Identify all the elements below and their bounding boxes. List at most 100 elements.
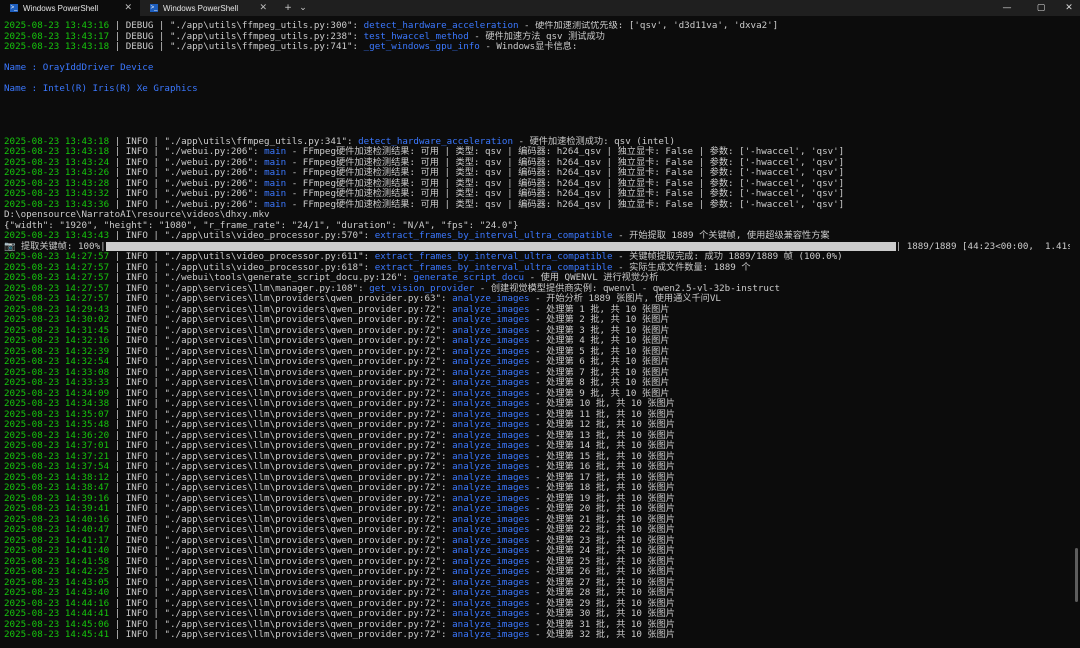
log-message: - 处理第 18 批, 共 10 张图片 xyxy=(529,482,675,493)
tab-powershell-2[interactable]: >_ Windows PowerShell ✕ xyxy=(140,0,275,16)
log-timestamp: 2025-08-23 14:27:57 xyxy=(4,282,110,294)
log-level: INFO xyxy=(125,524,148,535)
tab-powershell-1[interactable]: >_ Windows PowerShell ✕ xyxy=(0,0,140,16)
gpu-name-line: Name : Intel(R) Iris(R) Xe Graphics xyxy=(4,83,1070,95)
new-tab-button[interactable]: + xyxy=(281,0,295,16)
log-location: "./app\services\llm\providers\qwen_provi… xyxy=(164,387,447,399)
log-message: - FFmpeg硬件加速检测结果: 可用 | 类型: qsv | 编码器: h2… xyxy=(286,156,845,168)
log-function: analyze_images xyxy=(452,303,530,315)
log-function: analyze_images xyxy=(452,608,530,619)
log-function: analyze_images xyxy=(452,335,530,346)
log-message: - 处理第 30 批, 共 10 张图片 xyxy=(529,608,675,619)
log-timestamp: 2025-08-23 14:35:07 xyxy=(4,408,110,420)
log-timestamp: 2025-08-23 14:31:45 xyxy=(4,324,110,336)
log-function: analyze_images xyxy=(452,293,530,304)
log-level: INFO xyxy=(125,156,148,168)
log-location: "./app\services\llm\providers\qwen_provi… xyxy=(164,440,447,451)
log-timestamp: 2025-08-23 14:43:40 xyxy=(4,587,110,598)
log-level: INFO xyxy=(125,314,148,325)
log-level: INFO xyxy=(125,230,148,241)
powershell-icon: >_ xyxy=(150,4,158,12)
log-message: - 硬件加速测试优先级: ['qsv', 'd3d11va', 'dxva2'] xyxy=(518,21,779,31)
log-function: analyze_images xyxy=(452,419,530,430)
log-timestamp: 2025-08-23 14:30:02 xyxy=(4,314,110,325)
log-function: analyze_images xyxy=(452,314,530,325)
minimize-button[interactable]: — xyxy=(991,0,1023,16)
log-level: INFO xyxy=(125,545,148,556)
log-location: "./webui\tools\generate_script_docu.py:1… xyxy=(164,272,408,283)
log-location: "./app\services\llm\providers\qwen_provi… xyxy=(164,513,447,525)
log-timestamp: 2025-08-23 14:29:43 xyxy=(4,303,110,315)
log-timestamp: 2025-08-23 13:43:32 xyxy=(4,188,110,199)
log-timestamp: 2025-08-23 14:38:47 xyxy=(4,482,110,493)
tab-close-icon[interactable]: ✕ xyxy=(124,2,132,13)
log-function: extract_frames_by_interval_ultra_compati… xyxy=(374,230,613,241)
log-location: "./app\services\llm\providers\qwen_provi… xyxy=(164,345,447,357)
log-location: "./app\services\llm\providers\qwen_provi… xyxy=(164,293,447,304)
log-timestamp: 2025-08-23 14:27:57 xyxy=(4,251,110,262)
log-level: INFO xyxy=(125,629,148,640)
log-function: generate_script_docu xyxy=(413,272,525,283)
gpu-name-line: Name : OrayIddDriver Device xyxy=(4,62,1070,74)
log-function: test_hwaccel_method xyxy=(363,30,469,42)
log-level: INFO xyxy=(125,177,148,189)
log-message: - FFmpeg硬件加速检测结果: 可用 | 类型: qsv | 编码器: h2… xyxy=(286,167,845,178)
log-level: INFO xyxy=(125,440,148,451)
log-level: INFO xyxy=(125,251,148,262)
log-function: main xyxy=(264,188,287,199)
log-level: INFO xyxy=(125,345,148,357)
log-function: analyze_images xyxy=(452,324,530,336)
log-level: INFO xyxy=(125,450,148,462)
log-location: "./app\services\llm\providers\qwen_provi… xyxy=(164,314,447,325)
log-level: DEBUG xyxy=(125,41,154,52)
log-message: - 处理第 27 批, 共 10 张图片 xyxy=(529,576,675,588)
scrollbar-thumb[interactable] xyxy=(1075,548,1078,602)
log-location: "./app\utils\video_processor.py:570": xyxy=(164,230,370,241)
log-message: - 处理第 21 批, 共 10 张图片 xyxy=(529,513,675,525)
log-message: - 处理第 24 批, 共 10 张图片 xyxy=(529,545,675,556)
log-timestamp: 2025-08-23 13:43:18 xyxy=(4,135,110,147)
log-level: INFO xyxy=(125,461,148,472)
powershell-icon: >_ xyxy=(10,4,18,12)
log-level: INFO xyxy=(125,135,148,147)
log-function: main xyxy=(264,156,287,168)
log-location: "./app\services\llm\providers\qwen_provi… xyxy=(164,608,447,619)
log-message: - 使用 QWENVL 进行视觉分析 xyxy=(524,272,659,283)
close-button[interactable]: ✕ xyxy=(1053,0,1080,16)
log-level: INFO xyxy=(125,503,148,514)
tab-dropdown-button[interactable]: ⌄ xyxy=(296,0,310,16)
log-level: INFO xyxy=(125,272,148,283)
log-timestamp: 2025-08-23 14:43:05 xyxy=(4,576,110,588)
log-function: analyze_images xyxy=(452,408,530,420)
log-location: "./app\utils\ffmpeg_utils.py:238": xyxy=(170,30,359,42)
terminal-output[interactable]: 2025-08-23 13:43:16 | DEBUG | "./app\uti… xyxy=(4,21,1070,648)
log-message: - 创建视觉模型提供商实例: qwenvl - qwen2.5-vl-32b-i… xyxy=(474,282,780,294)
log-message: - 处理第 12 批, 共 10 张图片 xyxy=(529,419,675,430)
log-location: "./app\services\llm\providers\qwen_provi… xyxy=(164,398,447,409)
log-line: 2025-08-23 14:45:41 | INFO | "./app\serv… xyxy=(4,629,675,640)
log-location: "./webui.py:206": xyxy=(164,156,259,168)
gpu-name: Name : Intel(R) Iris(R) Xe Graphics xyxy=(4,83,198,94)
tab-close-icon[interactable]: ✕ xyxy=(259,2,267,13)
log-timestamp: 2025-08-23 14:33:08 xyxy=(4,366,110,378)
log-location: "./app\utils\ffmpeg_utils.py:300": xyxy=(170,21,359,31)
log-location: "./app\services\llm\providers\qwen_provi… xyxy=(164,587,447,598)
log-timestamp: 2025-08-23 14:38:12 xyxy=(4,471,110,483)
log-message: - 处理第 5 批, 共 10 张图片 xyxy=(529,345,670,357)
log-timestamp: 2025-08-23 14:40:16 xyxy=(4,513,110,525)
log-timestamp: 2025-08-23 14:37:54 xyxy=(4,461,110,472)
log-level: INFO xyxy=(125,429,148,441)
log-level: INFO xyxy=(125,324,148,336)
log-level: DEBUG xyxy=(125,30,154,42)
log-message: - 开始分析 1889 张图片, 使用通义千问VL xyxy=(529,293,721,304)
log-message: - 实际生成文件数量: 1889 个 xyxy=(612,261,751,273)
log-message: - FFmpeg硬件加速检测结果: 可用 | 类型: qsv | 编码器: h2… xyxy=(286,188,845,199)
log-timestamp: 2025-08-23 14:39:16 xyxy=(4,492,110,504)
log-timestamp: 2025-08-23 14:41:17 xyxy=(4,534,110,546)
log-timestamp: 2025-08-23 14:40:47 xyxy=(4,524,110,535)
log-function: analyze_images xyxy=(452,492,530,504)
log-location: "./app\services\llm\providers\qwen_provi… xyxy=(164,335,447,346)
log-location: "./app\services\llm\providers\qwen_provi… xyxy=(164,566,447,577)
